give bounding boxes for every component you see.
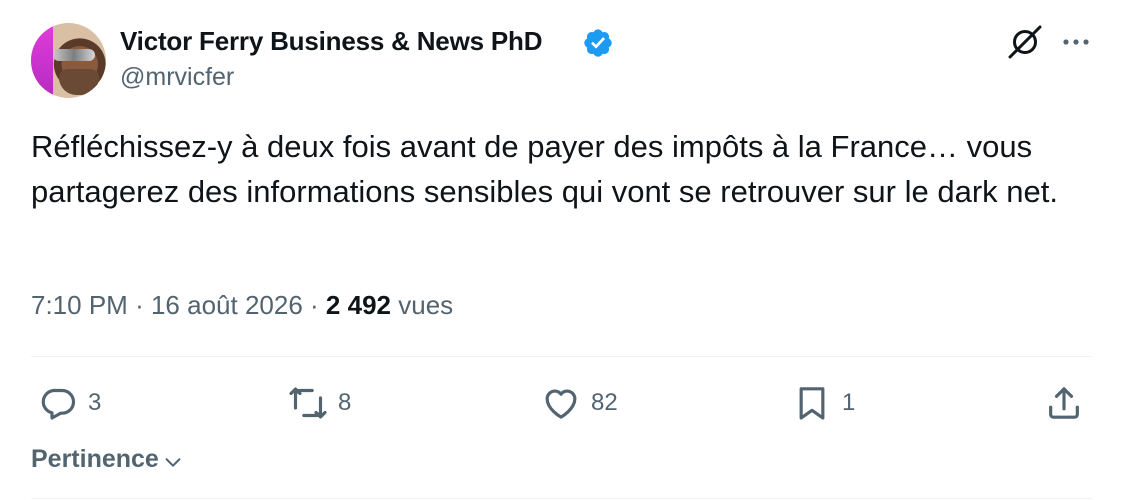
like-count: 82 — [591, 389, 618, 416]
tweet-meta: 7:10 PM · 16 août 2026 · 2 492 vues — [31, 290, 453, 321]
views-count: 2 492 — [325, 290, 391, 320]
reply-icon — [41, 388, 76, 420]
share-icon — [1049, 387, 1079, 419]
chevron-down-icon — [165, 457, 181, 467]
author-handle[interactable]: @mrvicfer — [120, 63, 234, 92]
bookmark-count: 1 — [842, 389, 856, 416]
reply-count: 3 — [88, 389, 102, 416]
retweet-count: 8 — [338, 389, 352, 416]
author-name[interactable]: Victor Ferry Business & News PhD — [120, 26, 542, 57]
tweet-time[interactable]: 7:10 PM — [31, 290, 128, 320]
sort-label: Pertinence — [31, 445, 159, 473]
bookmark-button[interactable]: 1 — [792, 378, 855, 428]
share-button[interactable] — [1044, 378, 1084, 428]
like-button[interactable]: 82 — [541, 378, 618, 428]
grok-icon[interactable] — [1006, 24, 1044, 60]
like-icon — [545, 389, 577, 419]
action-bar: 3 8 82 1 — [0, 378, 1123, 428]
divider — [31, 498, 1092, 499]
tweet-text: Réfléchissez-y à deux fois avant de paye… — [31, 129, 1058, 209]
views-label: vues — [398, 290, 454, 320]
more-icon[interactable] — [1060, 32, 1092, 52]
meta-separator: · — [310, 290, 319, 320]
author-avatar[interactable] — [31, 23, 106, 98]
reply-button[interactable]: 3 — [38, 378, 101, 428]
sort-dropdown[interactable]: Pertinence — [31, 445, 184, 474]
retweet-button[interactable]: 8 — [288, 378, 351, 428]
tweet-date[interactable]: 16 août 2026 — [151, 290, 303, 320]
retweet-icon — [289, 387, 327, 419]
meta-separator: · — [135, 290, 144, 320]
verified-badge-icon — [584, 29, 612, 57]
divider — [31, 356, 1092, 357]
bookmark-icon — [799, 387, 825, 420]
